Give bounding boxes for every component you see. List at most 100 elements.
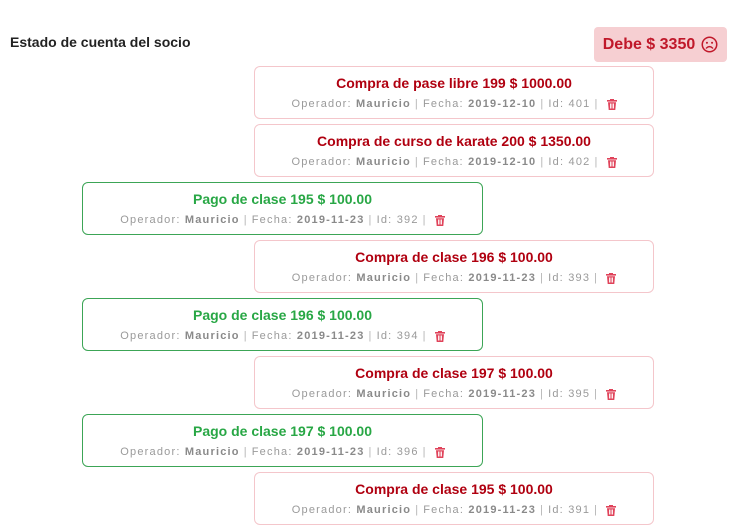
separator: | (414, 98, 419, 110)
operator-value: Mauricio (356, 156, 411, 168)
operator-value: Mauricio (356, 388, 412, 400)
id-value: 393 (568, 272, 591, 284)
operator-value: Mauricio (356, 98, 411, 110)
entry-meta: Operador: Mauricio | Fecha: 2019-12-10 | Id:… (255, 98, 653, 110)
separator: | (243, 446, 248, 458)
operator-label: Operador: (291, 156, 352, 168)
date-value: 2019-11-23 (296, 330, 365, 342)
separator: | (243, 330, 248, 342)
payment-entry: Pago de clase 196 $ 100.00 Operador: Maur… (82, 298, 483, 351)
date-label: Fecha: (423, 504, 465, 516)
entry-title: Pago de clase 196 $ 100.00 (192, 307, 372, 323)
operator-value: Mauricio (184, 330, 240, 342)
separator: | (594, 388, 599, 400)
purchase-entry: Compra de clase 197 $ 100.00 Operador: Ma… (254, 356, 654, 409)
separator: | (422, 446, 427, 458)
operator-label: Operador: (120, 446, 181, 458)
date-label: Fecha: (251, 214, 293, 226)
purchase-entry: Compra de pase libre 199 $ 1000.00 Operad… (254, 66, 654, 119)
separator: | (415, 504, 420, 516)
separator: | (243, 214, 248, 226)
page-title: Estado de cuenta del socio (10, 34, 191, 50)
purchase-entry: Compra de clase 195 $ 100.00 Operador: Ma… (254, 472, 654, 525)
operator-label: Operador: (291, 272, 353, 284)
separator: | (540, 504, 545, 516)
purchase-entry: Compra de curso de karate 200 $ 1350.00 O… (254, 124, 654, 177)
entry-title: Compra de clase 195 $ 100.00 (355, 481, 553, 497)
date-label: Fecha: (423, 272, 465, 284)
separator: | (415, 272, 420, 284)
trash-icon[interactable] (434, 214, 445, 226)
separator: | (540, 388, 545, 400)
id-value: 392 (396, 214, 419, 226)
trash-icon[interactable] (606, 388, 617, 400)
entry-meta: Operador: Mauricio | Fecha: 2019-12-10 | Id:… (255, 156, 653, 168)
operator-value: Mauricio (184, 446, 240, 458)
operator-label: Operador: (120, 214, 181, 226)
separator: | (368, 214, 373, 226)
entry-title: Compra de clase 197 $ 100.00 (355, 365, 553, 381)
id-value: 391 (568, 504, 591, 516)
purchase-entry: Compra de clase 196 $ 100.00 Operador: Ma… (254, 240, 654, 293)
entry-title: Pago de clase 197 $ 100.00 (192, 423, 372, 439)
entry-meta: Operador: Mauricio | Fecha: 2019-11-23 | Id:… (255, 272, 653, 284)
id-value: 402 (568, 156, 591, 168)
entry-title: Pago de clase 195 $ 100.00 (192, 191, 372, 207)
separator: | (594, 504, 599, 516)
separator: | (415, 388, 420, 400)
separator: | (540, 98, 545, 110)
id-label: Id: (376, 330, 393, 342)
trash-icon[interactable] (606, 156, 617, 168)
entry-meta: Operador: Mauricio | Fecha: 2019-11-23 | Id:… (83, 330, 482, 342)
separator: | (368, 330, 373, 342)
sad-face-icon (701, 36, 718, 53)
id-label: Id: (548, 272, 564, 284)
date-value: 2019-11-23 (468, 504, 537, 516)
payment-entry: Pago de clase 195 $ 100.00 Operador: Maur… (82, 182, 483, 235)
date-value: 2019-12-10 (468, 156, 537, 168)
id-label: Id: (548, 98, 565, 110)
id-value: 401 (568, 98, 591, 110)
date-label: Fecha: (251, 330, 293, 342)
entry-title: Compra de clase 196 $ 100.00 (355, 249, 553, 265)
trash-icon[interactable] (606, 272, 617, 284)
entry-title: Compra de pase libre 199 $ 1000.00 (336, 75, 572, 91)
separator: | (422, 330, 427, 342)
operator-label: Operador: (120, 330, 181, 342)
operator-value: Mauricio (356, 504, 412, 516)
debt-label: Debe $ 3350 (602, 35, 696, 53)
separator: | (368, 446, 373, 458)
separator: | (540, 272, 545, 284)
entry-meta: Operador: Mauricio | Fecha: 2019-11-23 | Id:… (83, 446, 482, 458)
trash-icon[interactable] (606, 504, 617, 516)
operator-value: Mauricio (356, 272, 412, 284)
id-value: 395 (568, 388, 591, 400)
separator: | (414, 156, 419, 168)
date-value: 2019-11-23 (468, 272, 537, 284)
entry-meta: Operador: Mauricio | Fecha: 2019-11-23 | Id:… (83, 214, 482, 226)
entry-meta: Operador: Mauricio | Fecha: 2019-11-23 | Id:… (255, 388, 653, 400)
date-label: Fecha: (251, 446, 293, 458)
operator-value: Mauricio (184, 214, 240, 226)
operator-label: Operador: (291, 98, 352, 110)
trash-icon[interactable] (434, 446, 445, 458)
debt-badge: Debe $ 3350 (594, 27, 727, 62)
id-label: Id: (548, 388, 564, 400)
separator: | (594, 98, 599, 110)
separator: | (594, 272, 599, 284)
entry-title: Compra de curso de karate 200 $ 1350.00 (317, 133, 591, 149)
id-value: 396 (396, 446, 419, 458)
id-label: Id: (548, 156, 565, 168)
operator-label: Operador: (291, 388, 353, 400)
separator: | (540, 156, 545, 168)
separator: | (594, 156, 599, 168)
id-label: Id: (376, 214, 393, 226)
id-label: Id: (548, 504, 564, 516)
trash-icon[interactable] (434, 330, 445, 342)
separator: | (422, 214, 427, 226)
trash-icon[interactable] (606, 98, 617, 110)
operator-label: Operador: (291, 504, 353, 516)
payment-entry: Pago de clase 197 $ 100.00 Operador: Maur… (82, 414, 483, 467)
date-value: 2019-11-23 (468, 388, 537, 400)
id-label: Id: (376, 446, 393, 458)
